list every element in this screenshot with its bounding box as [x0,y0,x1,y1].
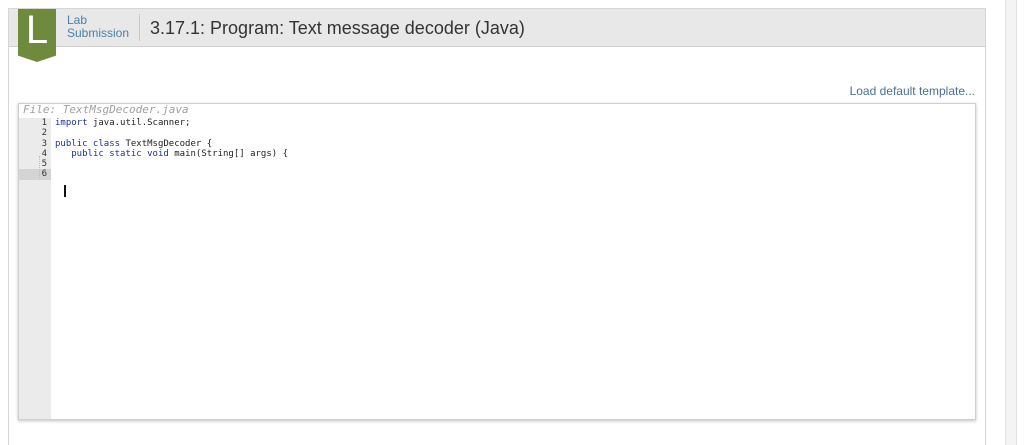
code-editor[interactable]: File: TextMsgDecoder.java 1 2 3 4 5 6 im… [18,103,976,420]
lab-type-line2: Submission [67,26,130,40]
keyword: import [55,118,88,128]
code-text: java.util.Scanner; [87,118,191,128]
lab-card: L Lab Submission 3.17.1: Program: Text m… [8,8,986,445]
page-scrollbar[interactable] [1005,0,1017,445]
code-line-3: public class TextMsgDecoder { [55,139,975,149]
keyword: public [55,138,88,149]
text-cursor [64,185,66,197]
line-number: 3 [41,138,47,149]
code-line-4: public static void main(String[] args) { [55,149,975,159]
page-title: 3.17.1: Program: Text message decoder (J… [150,18,525,38]
code-text: main(String[] args) { [168,148,289,159]
lab-header: L Lab Submission 3.17.1: Program: Text m… [9,9,985,62]
editor-filename: File: TextMsgDecoder.java [23,103,189,116]
lab-type-label: Lab Submission [67,14,129,40]
keyword: void [141,148,169,159]
header-divider [139,14,140,41]
code-line-1: import java.util.Scanner; [55,118,975,128]
code-text: TextMsgDecoder { [120,138,213,149]
lab-badge: L [18,9,56,62]
indent-guide [39,156,40,178]
line-number: 2 [41,128,47,139]
keyword: class [87,138,121,149]
line-number: 1 [41,118,47,128]
load-default-template-link[interactable]: Load default template... [850,84,975,98]
badge-letter: L [25,8,49,52]
line-number-active: 6 [19,169,51,180]
keyword: public [71,148,104,159]
code-text-area[interactable]: import java.util.Scanner; public class T… [55,118,975,419]
keyword: static [103,148,142,159]
line-number: 4 [41,148,47,159]
line-number: 5 [41,159,47,170]
line-number-gutter: 1 2 3 4 5 6 [19,118,51,419]
